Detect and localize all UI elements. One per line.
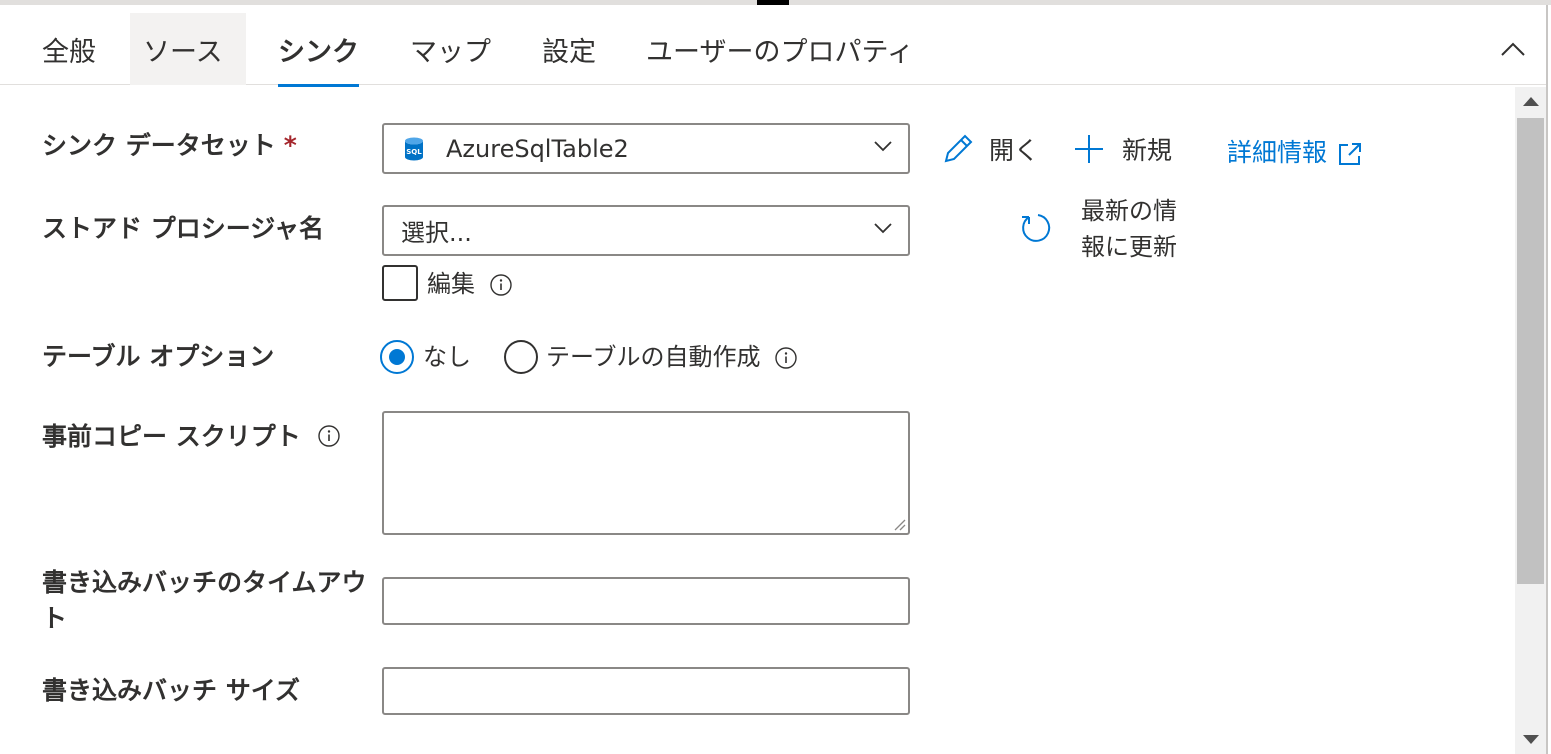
refresh-icon[interactable] (1019, 211, 1053, 245)
tab-mapping[interactable]: マップ (397, 13, 504, 85)
tab-general[interactable]: 全般 (29, 13, 109, 85)
edit-checkbox-label-group: 編集 (427, 266, 513, 302)
tab-label: 設定 (542, 36, 596, 68)
triangle-down-icon (1522, 735, 1539, 744)
tab-label: シンク (278, 36, 359, 68)
pre-copy-script-textarea[interactable] (382, 411, 910, 535)
scroll-thumb[interactable] (1517, 118, 1544, 584)
new-button[interactable]: 新規 (1072, 131, 1172, 167)
pre-copy-script-label: 事前コピー スクリプト (42, 422, 301, 451)
external-link-icon (1339, 143, 1362, 165)
stored-procedure-label: ストアド プロシージャ名 (42, 214, 324, 243)
sql-database-icon: SQL (405, 137, 423, 160)
radio-none[interactable] (380, 340, 414, 374)
label-text: シンク データセット (42, 131, 276, 160)
required-asterisk: * (283, 131, 297, 160)
scroll-down-button[interactable] (1515, 726, 1546, 754)
radio-auto-create-label-group: テーブルの自動作成 (546, 339, 798, 375)
tab-settings[interactable]: 設定 (529, 13, 609, 85)
chevron-up-icon (1501, 42, 1525, 56)
vertical-scrollbar[interactable] (1515, 87, 1546, 754)
tab-label: ユーザーのプロパティ (646, 36, 914, 68)
info-icon[interactable] (774, 346, 798, 370)
scroll-up-button[interactable] (1515, 87, 1546, 115)
edit-label: 編集 (427, 270, 475, 298)
info-icon[interactable] (489, 273, 513, 297)
radio-none-label: なし (423, 343, 471, 371)
tab-bar: 全般 ソース シンク マップ 設定 ユーザーのプロパティ (0, 5, 1546, 87)
write-batch-size-input[interactable] (382, 667, 910, 715)
sink-dataset-value: AzureSqlTable2 (446, 134, 629, 163)
pencil-icon (944, 134, 973, 163)
info-icon[interactable] (317, 424, 341, 448)
radio-auto-create-table[interactable] (504, 340, 538, 374)
svg-text:SQL: SQL (406, 148, 422, 156)
radio-auto-create-label: テーブルの自動作成 (546, 343, 761, 371)
write-batch-timeout-input[interactable] (382, 577, 910, 625)
refresh-label-line1: 最新の情 (1081, 197, 1177, 225)
table-option-label: テーブル オプション (42, 342, 275, 371)
refresh-button[interactable]: 最新の情 報に更新 (1081, 193, 1201, 265)
tab-source[interactable]: ソース (130, 13, 246, 85)
tab-label: ソース (143, 36, 223, 68)
tab-sink[interactable]: シンク (278, 13, 359, 87)
triangle-up-icon (1522, 97, 1539, 106)
tab-label: 全般 (42, 36, 96, 68)
label-line1: 書き込みバッチのタイムアウ (42, 568, 367, 597)
plus-icon (1075, 135, 1103, 163)
write-batch-size-label: 書き込みバッチ サイズ (42, 676, 300, 705)
label-line2: ト (42, 604, 68, 633)
tab-label: マップ (410, 36, 491, 68)
collapse-panel-button[interactable] (1493, 29, 1533, 69)
pre-copy-script-label-group: 事前コピー スクリプト (42, 419, 341, 455)
more-info-link[interactable]: 詳細情報 (1227, 133, 1363, 169)
refresh-label-line2: 報に更新 (1081, 233, 1177, 261)
stored-procedure-dropdown[interactable]: 選択... (382, 205, 910, 256)
chevron-down-icon (874, 141, 892, 152)
new-button-label: 新規 (1122, 136, 1173, 165)
sink-dataset-label: シンク データセット * (42, 128, 297, 164)
open-button-label: 開く (989, 136, 1040, 165)
edit-checkbox[interactable] (382, 265, 418, 301)
open-button[interactable]: 開く (941, 131, 1039, 167)
resize-grip-icon[interactable] (892, 517, 906, 531)
more-info-label: 詳細情報 (1227, 138, 1328, 167)
panel-right-border (1546, 5, 1548, 754)
tab-user-properties[interactable]: ユーザーのプロパティ (633, 13, 927, 85)
write-batch-timeout-label: 書き込みバッチのタイムアウ ト (42, 565, 367, 637)
chevron-down-icon (874, 223, 892, 234)
sink-dataset-dropdown[interactable]: SQL AzureSqlTable2 (382, 123, 910, 174)
stored-procedure-placeholder: 選択... (401, 219, 472, 247)
